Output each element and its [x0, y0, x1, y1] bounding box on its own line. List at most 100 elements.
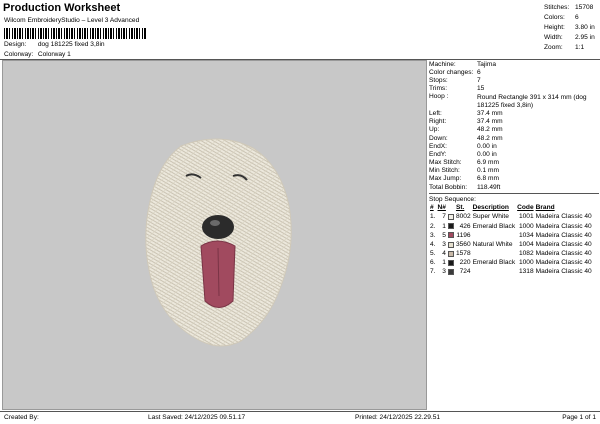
worksheet-title: Production Worksheet	[3, 2, 121, 14]
cell-brand: Madeira Classic 40	[535, 250, 592, 258]
color-swatch	[447, 259, 454, 266]
color-swatch	[447, 241, 454, 248]
cell-idx: 5.	[430, 250, 436, 258]
cell-code: 1034	[518, 231, 534, 239]
page-number: Page 1 of 1	[562, 414, 596, 421]
cell-code: 1000	[518, 259, 534, 267]
cell-st: 3560	[455, 240, 471, 248]
table-row: 3. 5 1196 1034 Madeira Classic 40	[429, 231, 593, 240]
cell-brand: Madeira Classic 40	[535, 231, 592, 239]
cell-code: 1001	[518, 213, 534, 221]
color-swatch	[447, 269, 454, 276]
info-row-hoop: Hoop : Round Rectangle 391 x 314 mm (dog …	[429, 92, 587, 109]
cell-desc: Natural White	[472, 240, 513, 248]
stop-sequence-title: Stop Sequence:	[429, 195, 476, 203]
cell-idx: 1.	[430, 213, 436, 221]
cell-st: 1578	[455, 250, 471, 258]
table-row: 2. 1 426 Emerald Black 1000 Madeira Classic 4…	[429, 222, 593, 231]
cell-desc	[472, 268, 517, 277]
cell-desc: Emerald Black	[472, 259, 516, 267]
colorway-row: Colorway: Colorway 1	[4, 51, 71, 59]
cell-st: 220	[459, 259, 471, 267]
cell-idx: 7.	[430, 268, 436, 276]
table-row: 6. 1 220 Emerald Black 1000 Madeira Classic 4…	[429, 259, 593, 268]
cell-st: 724	[459, 268, 471, 276]
cell-brand: Madeira Classic 40	[535, 268, 592, 276]
printed-date: Printed: 24/12/2025 22.29.51	[355, 414, 441, 421]
cell-idx: 2.	[430, 222, 436, 230]
cell-code: 1004	[518, 240, 534, 248]
cell-n: 3	[442, 268, 446, 276]
cell-swatch	[447, 259, 455, 268]
cell-st: 8002	[455, 213, 471, 221]
cell-n: 3	[442, 240, 446, 248]
info-row: Right: 37.4 mm	[429, 118, 503, 126]
machine-info-panel: Machine: Tajima Color changes: 6 Stops: 7 T…	[429, 61, 599, 277]
cell-st: 1196	[456, 231, 471, 239]
cell-desc	[472, 250, 517, 259]
cell-code: 1318	[518, 268, 534, 276]
created-by: Created By:	[4, 414, 39, 421]
info-row: Total Bobbin: 118.49ft	[429, 183, 501, 191]
stat-row: Colors: 6	[544, 13, 579, 21]
stat-row: Width: 2.95 in	[544, 33, 595, 41]
info-row: Max Jump: 6.8 mm	[429, 175, 499, 183]
stat-row: Stitches: 15708	[544, 3, 594, 11]
info-row: Trims: 15	[429, 85, 485, 93]
info-row: Stops: 7	[429, 77, 481, 85]
cell-n: 7	[442, 213, 446, 221]
design-preview	[2, 60, 427, 410]
info-row: Max Stitch: 6.9 mm	[429, 159, 499, 167]
cell-swatch	[447, 213, 455, 222]
worksheet-header: Production Worksheet Wilcom EmbroiderySt…	[3, 2, 543, 60]
info-row: Machine: Tajima	[429, 60, 497, 68]
cell-n: 4	[442, 250, 446, 258]
cell-brand: Madeira Classic 40	[535, 259, 592, 267]
worksheet-footer: Created By: Last Saved: 24/12/2025 09.51…	[0, 411, 600, 424]
cell-code: 1000	[518, 222, 534, 230]
cell-desc	[472, 231, 517, 240]
table-row: 7. 3 724 1318 Madeira Classic 40	[429, 268, 593, 277]
cell-n: 1	[442, 259, 446, 267]
color-swatch	[447, 232, 454, 239]
design-row: Design: dog 181225 fixed 3,8in	[4, 41, 105, 49]
stat-row: Zoom: 1:1	[544, 43, 585, 51]
cell-n: 1	[442, 222, 446, 230]
cell-swatch	[447, 241, 455, 250]
info-row: Color changes: 6	[429, 68, 481, 76]
software-subtitle: Wilcom EmbroideryStudio – Level 3 Advanc…	[4, 17, 140, 24]
barcode	[4, 28, 146, 39]
cell-n: 5	[442, 231, 446, 239]
info-row: Up: 48.2 mm	[429, 126, 503, 134]
table-row: 4. 3 3560 Natural White 1004 Madeira Classic …	[429, 241, 593, 250]
design-value: dog 181225 fixed 3,8in	[37, 41, 105, 48]
table-header-row: # N# St. Description Code Brand	[430, 204, 555, 212]
cell-desc: Super White	[472, 213, 509, 221]
last-saved: Last Saved: 24/12/2025 09.51.17	[148, 414, 246, 421]
stop-sequence-body: 1. 7 8002 Super White 1001 Madeira Classic 40…	[429, 213, 593, 277]
cell-idx: 6.	[430, 259, 436, 267]
colorway-value: Colorway 1	[37, 51, 71, 58]
stop-sequence-table: # N# St. Description Code Brand 1. 7 8002 S…	[429, 204, 593, 277]
cell-brand: Madeira Classic 40	[535, 222, 592, 230]
cell-brand: Madeira Classic 40	[535, 213, 592, 221]
info-row: EndY: 0.00 in	[429, 150, 497, 158]
info-row: Min Stitch: 0.1 mm	[429, 167, 499, 175]
table-row: 1. 7 8002 Super White 1001 Madeira Classic 40	[429, 213, 593, 222]
table-row: 5. 4 1578 1082 Madeira Classic 40	[429, 250, 593, 259]
cell-swatch	[447, 268, 455, 277]
stat-row: Height: 3.80 in	[544, 23, 595, 31]
stats-panel: Stitches: 15708 Colors: 6 Height: 3.80 in W…	[544, 3, 598, 53]
dog-embroidery-image	[145, 138, 292, 347]
info-row: EndX: 0.00 in	[429, 142, 497, 150]
cell-swatch	[447, 222, 455, 231]
colorway-label: Colorway:	[4, 51, 34, 58]
cell-swatch	[447, 250, 455, 259]
cell-desc: Emerald Black	[472, 222, 516, 230]
color-swatch	[447, 213, 454, 220]
cell-idx: 3.	[430, 231, 436, 239]
info-row: Down: 48.2 mm	[429, 134, 503, 142]
sequence-divider	[429, 193, 599, 195]
cell-idx: 4.	[430, 240, 436, 248]
cell-code: 1082	[518, 250, 534, 258]
